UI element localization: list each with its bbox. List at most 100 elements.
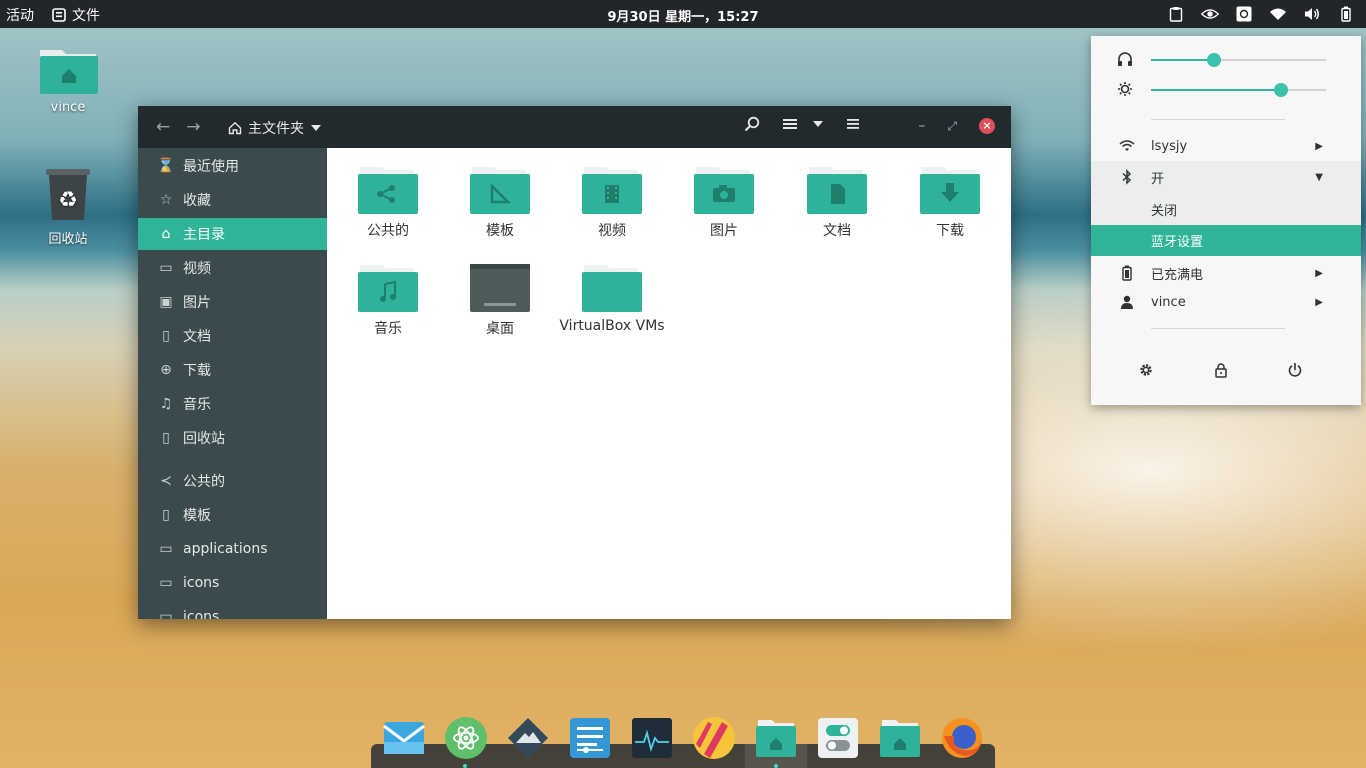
folder-videos[interactable]: 视频 (557, 164, 667, 240)
menu-separator (1151, 328, 1285, 329)
file-label: 文档 (823, 223, 851, 239)
folder-share-icon (358, 167, 418, 214)
sidebar-item-recent[interactable]: ⌛ 最近使用 (138, 150, 327, 182)
chevron-right-icon: ▶ (1315, 296, 1323, 308)
mail-app-icon[interactable] (382, 716, 426, 760)
folder-templates[interactable]: 模板 (445, 164, 555, 240)
clipboard-icon[interactable] (1166, 4, 1186, 24)
sidebar-item-public[interactable]: ≺ 公共的 (138, 465, 327, 497)
sidebar-separator (138, 454, 327, 463)
battery-icon[interactable] (1336, 4, 1356, 24)
home-folder-app-icon[interactable] (878, 716, 922, 760)
folder-downloads[interactable]: 下载 (895, 164, 1005, 240)
sidebar-item-templates[interactable]: ▯ 模板 (138, 499, 327, 531)
sidebar-item-home[interactable]: ⌂ 主目录 (138, 218, 327, 250)
chevron-right-icon: ▶ (1315, 140, 1323, 152)
folder-virtualbox-vms[interactable]: VirtualBox VMs (557, 262, 667, 334)
folder-template-icon (470, 167, 530, 214)
sidebar-item-documents[interactable]: ▯ 文档 (138, 320, 327, 352)
wifi-menu-item[interactable]: lsysjy ▶ (1091, 131, 1361, 161)
sidebar-item-icons-2[interactable]: ▭ icons (138, 601, 327, 619)
volume-slider-knob[interactable] (1207, 53, 1221, 67)
folder-music[interactable]: 音乐 (333, 262, 443, 338)
atom-editor-icon[interactable] (444, 716, 488, 760)
sidebar-item-starred[interactable]: ☆ 收藏 (138, 184, 327, 216)
folder-document-icon (807, 167, 867, 214)
sidebar-item-label: 公共的 (183, 474, 225, 490)
bluetooth-settings-item[interactable]: 蓝牙设置 (1091, 225, 1361, 256)
lock-icon[interactable] (1211, 360, 1231, 380)
file-manager-icon (52, 8, 66, 22)
music-icon: ♫ (159, 396, 173, 412)
sidebar-item-icons[interactable]: ▭ icons (138, 567, 327, 599)
settings-app-icon[interactable] (568, 716, 612, 760)
folder-pictures[interactable]: 图片 (669, 164, 779, 240)
sidebar-item-label: 模板 (183, 508, 211, 524)
bluetooth-icon (1119, 169, 1135, 185)
tweaks-app-icon[interactable] (816, 716, 860, 760)
volume-slider[interactable] (1151, 53, 1326, 67)
bluetooth-menu-item[interactable]: 开 ▼ (1091, 161, 1361, 194)
settings-gear-icon[interactable] (1136, 360, 1156, 380)
sidebar-item-label: applications (183, 541, 268, 557)
file-manager-window: ← → 主文件夹 – ⤢ × ⌛ 最近使用 ☆ 收藏 ⌂ 主目录 ▭ 视频 ▣ … (138, 106, 1011, 619)
close-button[interactable]: × (979, 118, 995, 134)
sidebar-item-trash[interactable]: ▯ 回收站 (138, 422, 327, 454)
menu-icon[interactable] (846, 118, 860, 130)
clock[interactable]: 9月30日 星期一，15:27 (607, 10, 758, 25)
folder-desktop[interactable]: 桌面 (445, 262, 555, 338)
maximize-button[interactable]: ⤢ (947, 119, 957, 134)
desktop-home-folder[interactable]: vince (28, 44, 108, 115)
activities-button[interactable]: 活动 (6, 5, 34, 25)
back-button[interactable]: ← (156, 117, 170, 137)
share-icon: ≺ (160, 473, 172, 489)
user-menu-item[interactable]: vince ▶ (1091, 287, 1361, 317)
app-menu[interactable]: 文件 (52, 5, 100, 25)
top-bar: 活动 文件 9月30日 星期一，15:27 (0, 0, 1366, 28)
file-label: 音乐 (374, 321, 402, 337)
folder-public[interactable]: 公共的 (333, 164, 443, 240)
forward-button[interactable]: → (186, 117, 200, 137)
trash-icon: ▯ (162, 430, 170, 446)
home-folder-icon (40, 50, 98, 94)
path-button[interactable]: 主文件夹 (228, 118, 322, 138)
sidebar-item-downloads[interactable]: ⊕ 下载 (138, 354, 327, 386)
header-bar: ← → 主文件夹 – ⤢ × (138, 106, 1011, 148)
stripes-app-icon[interactable] (692, 716, 736, 760)
chevron-right-icon: ▶ (1315, 267, 1323, 279)
mountain-app-icon[interactable] (506, 716, 550, 760)
sidebar-item-videos[interactable]: ▭ 视频 (138, 252, 327, 284)
sidebar-item-applications[interactable]: ▭ applications (138, 533, 327, 565)
bluetooth-off-item[interactable]: 关闭 (1091, 194, 1361, 225)
user-status-icon[interactable] (1234, 4, 1254, 24)
battery-label: 已充满电 (1151, 267, 1204, 283)
search-icon[interactable] (744, 116, 760, 132)
files-app-icon[interactable] (754, 716, 798, 760)
brightness-slider[interactable] (1151, 83, 1326, 97)
folder-documents[interactable]: 文档 (782, 164, 892, 240)
file-label: 视频 (598, 223, 626, 239)
wifi-icon[interactable] (1268, 4, 1288, 24)
sidebar-item-music[interactable]: ♫ 音乐 (138, 388, 327, 420)
list-view-icon[interactable] (782, 117, 798, 131)
battery-menu-item[interactable]: 已充满电 ▶ (1091, 258, 1361, 288)
volume-icon[interactable] (1302, 4, 1322, 24)
brightness-slider-knob[interactable] (1273, 83, 1288, 97)
nvidia-icon[interactable] (1200, 4, 1220, 24)
folder-camera-icon (694, 167, 754, 214)
sidebar: ⌛ 最近使用 ☆ 收藏 ⌂ 主目录 ▭ 视频 ▣ 图片 ▯ 文档 ⊕ 下载 ♫ (138, 148, 327, 619)
system-monitor-icon[interactable] (630, 716, 674, 760)
power-icon[interactable] (1285, 360, 1305, 380)
system-tray (1166, 4, 1356, 24)
file-view: 公共的 模板 视频 图片 文档 下载 音乐 桌面 VirtualBox VMs (327, 148, 1011, 619)
bluetooth-settings-label: 蓝牙设置 (1151, 235, 1204, 250)
bluetooth-label: 开 (1151, 172, 1165, 187)
sidebar-item-pictures[interactable]: ▣ 图片 (138, 286, 327, 318)
document-icon: ▯ (162, 328, 170, 344)
volume-slider-row (1117, 50, 1331, 70)
view-options-icon[interactable] (812, 120, 824, 128)
clock-area: 9月30日 星期一，15:27 (0, 6, 1366, 25)
desktop-trash[interactable]: ♻ 回收站 (28, 166, 108, 247)
minimize-button[interactable]: – (918, 118, 925, 134)
firefox-icon[interactable] (940, 716, 984, 760)
